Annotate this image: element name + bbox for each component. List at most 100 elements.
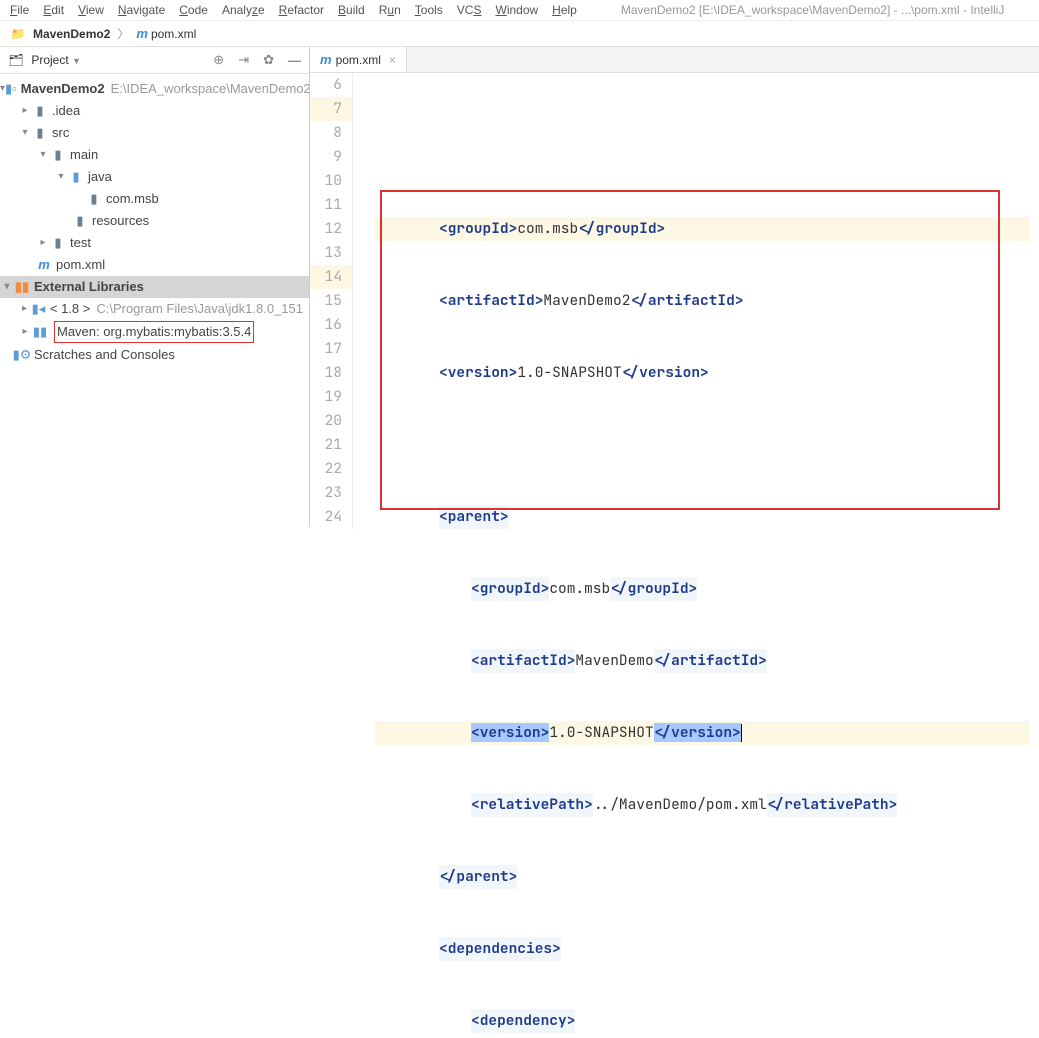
hide-icon[interactable]: — xyxy=(288,53,301,68)
code-area[interactable]: 6 7 8 9 10 11 12 13 14 15 16 17 18 19 20… xyxy=(310,73,1039,1038)
target-icon[interactable]: ⊕ xyxy=(213,52,224,68)
val-version: 1.0-SNAPSHOT xyxy=(517,363,621,382)
menu-analyze[interactable]: Analyze xyxy=(222,3,265,17)
tree-scratches[interactable]: ▸ ▮⚙ Scratches and Consoles xyxy=(0,344,309,366)
toggle-icon[interactable]: ▾ xyxy=(36,145,50,165)
toggle-icon[interactable]: ▾ xyxy=(0,277,14,297)
tree-src[interactable]: ▾ ▮ src xyxy=(0,122,309,144)
menu-window[interactable]: Window xyxy=(495,3,538,17)
menu-vcs[interactable]: VCS xyxy=(457,3,482,17)
maven-file-icon: m xyxy=(36,255,52,275)
line-num: 14 xyxy=(310,265,353,289)
line-num: 24 xyxy=(310,505,353,529)
tree-maven-dep[interactable]: ▸ ▮▮ Maven: org.mybatis:mybatis:3.5.4 xyxy=(0,320,309,344)
collapse-icon[interactable]: ⇥ xyxy=(238,52,249,68)
line-num: 12 xyxy=(310,217,353,241)
tree-jdk-ver: < 1.8 > xyxy=(50,299,90,319)
breadcrumb-project-label: MavenDemo2 xyxy=(33,27,110,41)
code-content[interactable]: <groupId>com.msb</groupId> <artifactId>M… xyxy=(365,73,1039,1038)
toggle-icon[interactable]: ▸ xyxy=(18,101,32,121)
tree-java[interactable]: ▾ ▮ java xyxy=(0,166,309,188)
text-cursor xyxy=(741,724,742,742)
tag-p-groupId: groupId xyxy=(480,579,541,598)
tag-parent: parent xyxy=(448,507,500,526)
tree-pom[interactable]: m pom.xml xyxy=(0,254,309,276)
menu-help[interactable]: Help xyxy=(552,3,577,17)
tag-relativePath-close: relativePath xyxy=(784,795,888,814)
line-num: 6 xyxy=(310,73,353,97)
scratch-icon: ▮⚙ xyxy=(14,345,30,365)
gear-icon[interactable]: ✿ xyxy=(263,52,274,68)
breadcrumb-project[interactable]: 📁 MavenDemo2 xyxy=(10,27,110,41)
tree-test[interactable]: ▸ ▮ test xyxy=(0,232,309,254)
line-num: 21 xyxy=(310,433,353,457)
breadcrumb-sep: 〉 xyxy=(117,25,129,42)
maven-icon: m xyxy=(320,52,332,67)
tree-src-label: src xyxy=(52,123,69,143)
project-tree: ▾ ▮▫ MavenDemo2 E:\IDEA_workspace\MavenD… xyxy=(0,74,309,527)
tree-external-libs-label: External Libraries xyxy=(34,277,144,297)
menu-file[interactable]: File xyxy=(10,3,29,17)
menu-edit[interactable]: Edit xyxy=(43,3,64,17)
val-artifactId: MavenDemo2 xyxy=(543,291,630,310)
toggle-icon[interactable]: ▸ xyxy=(18,299,31,319)
folder-icon: ▮ xyxy=(32,123,48,143)
folder-icon: ▮ xyxy=(50,233,66,253)
tree-resources-label: resources xyxy=(92,211,149,231)
main-menubar: File Edit View Navigate Code Analyze Ref… xyxy=(0,0,1039,21)
editor-panel: m pom.xml × 6 7 8 9 10 11 12 13 14 15 16… xyxy=(310,47,1039,527)
tree-external-libs[interactable]: ▾ ▮▮ External Libraries xyxy=(0,276,309,298)
line-num: 23 xyxy=(310,481,353,505)
menu-build[interactable]: Build xyxy=(338,3,365,17)
tree-pkg[interactable]: ▮ com.msb xyxy=(0,188,309,210)
tab-pom-xml[interactable]: m pom.xml × xyxy=(310,47,407,72)
lib-icon: ▮▮ xyxy=(32,322,48,342)
val-p-groupId: com.msb xyxy=(549,579,610,598)
toggle-icon[interactable]: ▾ xyxy=(54,167,68,187)
tree-main[interactable]: ▾ ▮ main xyxy=(0,144,309,166)
line-num: 17 xyxy=(310,337,353,361)
menu-navigate[interactable]: Navigate xyxy=(118,3,165,17)
tree-resources[interactable]: ▮ resources xyxy=(0,210,309,232)
menu-tools[interactable]: Tools xyxy=(415,3,443,17)
menu-refactor[interactable]: Refactor xyxy=(279,3,324,17)
val-relativePath: ../MavenDemo/pom.xml xyxy=(593,795,767,814)
line-num: 8 xyxy=(310,121,353,145)
jdk-icon: ▮◂ xyxy=(31,299,46,319)
tree-idea-label: .idea xyxy=(52,101,80,121)
tree-root[interactable]: ▾ ▮▫ MavenDemo2 E:\IDEA_workspace\MavenD… xyxy=(0,78,309,100)
tag-dependencies: dependencies xyxy=(448,939,552,958)
val-p-version: 1.0-SNAPSHOT xyxy=(549,723,653,742)
toggle-icon[interactable]: ▸ xyxy=(18,322,32,342)
project-dropdown[interactable]: 🗂 Project ▼ xyxy=(8,53,213,67)
module-folder-icon: ▮▫ xyxy=(5,79,17,99)
package-icon: ▮ xyxy=(86,189,102,209)
folder-icon: ▮ xyxy=(50,145,66,165)
tree-jdk[interactable]: ▸ ▮◂ < 1.8 > C:\Program Files\Java\jdk1.… xyxy=(0,298,309,320)
source-folder-icon: ▮ xyxy=(68,167,84,187)
tree-scratches-label: Scratches and Consoles xyxy=(34,345,175,365)
tag-groupId-close: groupId xyxy=(596,219,657,238)
menu-code[interactable]: Code xyxy=(179,3,208,17)
window-title-path: MavenDemo2 [E:\IDEA_workspace\MavenDemo2… xyxy=(621,3,1004,17)
tag-p-groupId-close: groupId xyxy=(628,579,689,598)
menu-view[interactable]: View xyxy=(78,3,104,17)
project-view-icon: 🗂 xyxy=(8,53,24,67)
tree-root-label: MavenDemo2 xyxy=(21,79,105,99)
menu-run[interactable]: Run xyxy=(379,3,401,17)
line-num: 10 xyxy=(310,169,353,193)
tag-parent-close: parent xyxy=(456,867,508,886)
line-num: 9 xyxy=(310,145,353,169)
close-tab-icon[interactable]: × xyxy=(389,53,396,67)
line-num: 16 xyxy=(310,313,353,337)
toggle-icon[interactable]: ▾ xyxy=(18,123,32,143)
libraries-icon: ▮▮ xyxy=(14,277,30,297)
breadcrumb-file[interactable]: m pom.xml xyxy=(136,26,196,41)
sidebar-header: 🗂 Project ▼ ⊕ ⇥ ✿ — xyxy=(0,47,309,74)
toggle-icon[interactable]: ▸ xyxy=(36,233,50,253)
tag-artifactId: artifactId xyxy=(448,291,535,310)
tree-idea[interactable]: ▸ ▮ .idea xyxy=(0,100,309,122)
tag-version-close: version xyxy=(639,363,700,382)
line-num: 11 xyxy=(310,193,353,217)
line-num: 7 xyxy=(310,97,353,121)
